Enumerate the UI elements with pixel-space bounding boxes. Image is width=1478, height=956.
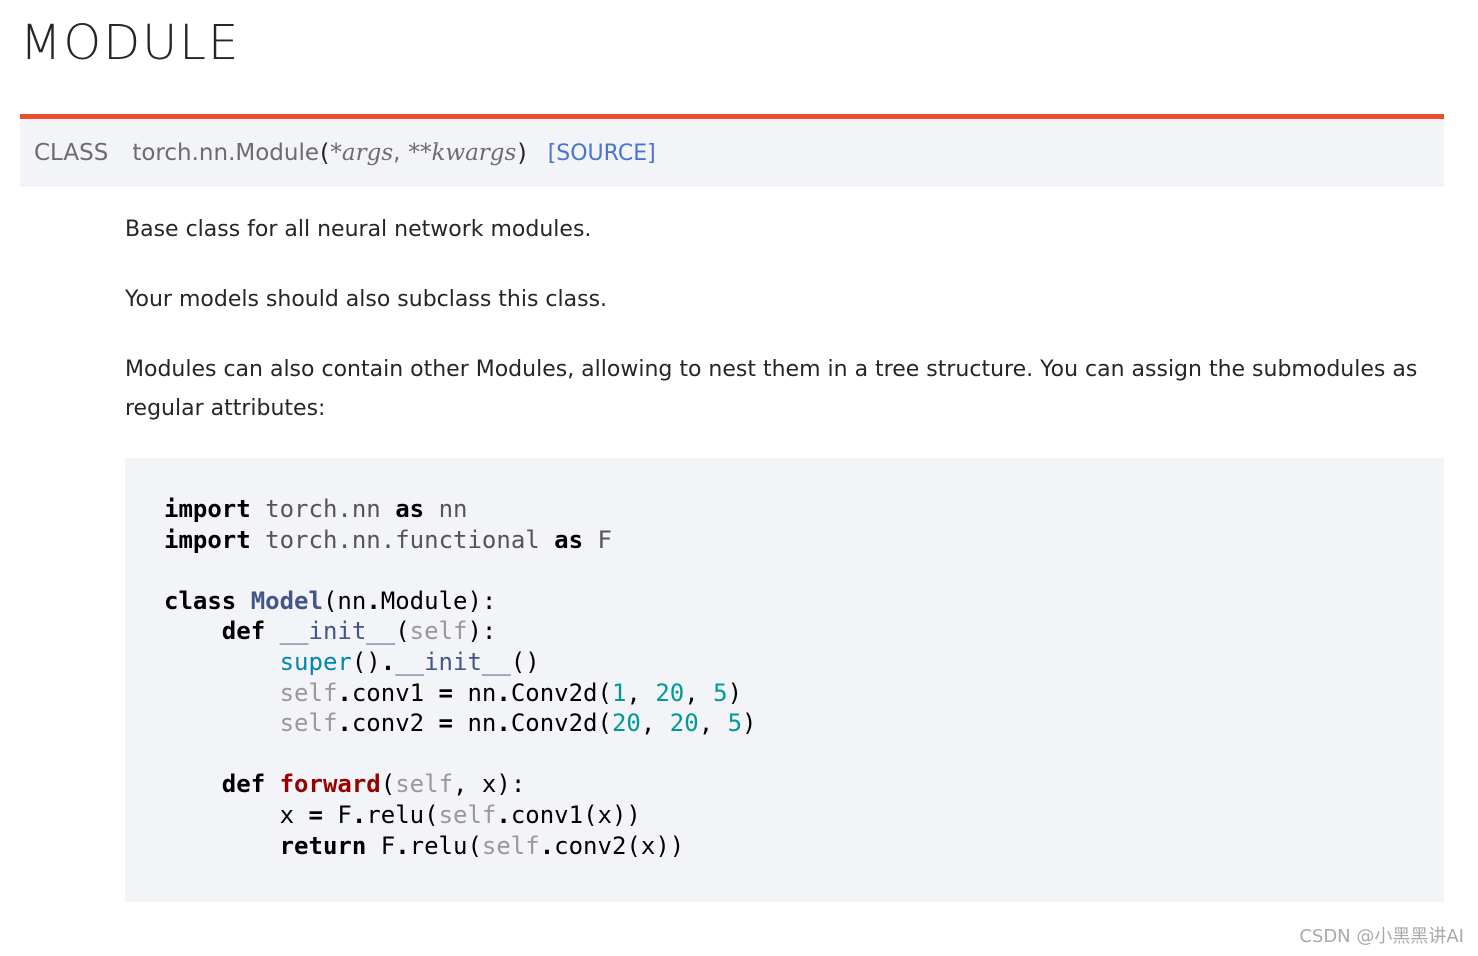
description-paragraph: Modules can also contain other Modules, … [125, 357, 1418, 421]
description-paragraph: Your models should also subclass this cl… [125, 287, 608, 312]
code-line: import torch.nn as nn [164, 495, 468, 523]
code-line: super().__init__() [279, 647, 540, 676]
param-kwargs: **kwargs [408, 140, 517, 166]
code-example: import torch.nn as nn import torch.nn.fu… [125, 458, 1444, 902]
description-paragraph: Base class for all neural network module… [125, 217, 592, 242]
code-line: return F.relu(self.conv2(x)) [279, 831, 685, 860]
class-keyword: CLASS [34, 140, 109, 166]
code-line: def forward(self, x): [221, 770, 526, 799]
param-separator: , [393, 140, 401, 166]
page-title: MODULE [20, 15, 241, 71]
param-args: *args [330, 140, 394, 166]
code-line: import torch.nn.functional as F [164, 525, 612, 554]
code-listing: import torch.nn as nn import torch.nn.fu… [164, 494, 1444, 861]
code-line: class Model(nn.Module): [164, 586, 497, 615]
source-link[interactable]: [SOURCE] [548, 141, 656, 166]
close-paren: ) [517, 139, 527, 167]
code-line: x = F.relu(self.conv1(x)) [279, 800, 641, 829]
watermark: CSDN @小黑黑讲AI [1299, 926, 1464, 947]
code-line: def __init__(self): [221, 617, 497, 646]
class-signature: CLASS torch.nn.Module ( *args , **kwargs… [20, 114, 1444, 187]
class-name: torch.nn.Module [132, 140, 320, 166]
code-line: self.conv1 = nn.Conv2d(1, 20, 5) [279, 678, 743, 707]
code-line: self.conv2 = nn.Conv2d(20, 20, 5) [279, 709, 757, 738]
open-paren: ( [320, 139, 330, 167]
